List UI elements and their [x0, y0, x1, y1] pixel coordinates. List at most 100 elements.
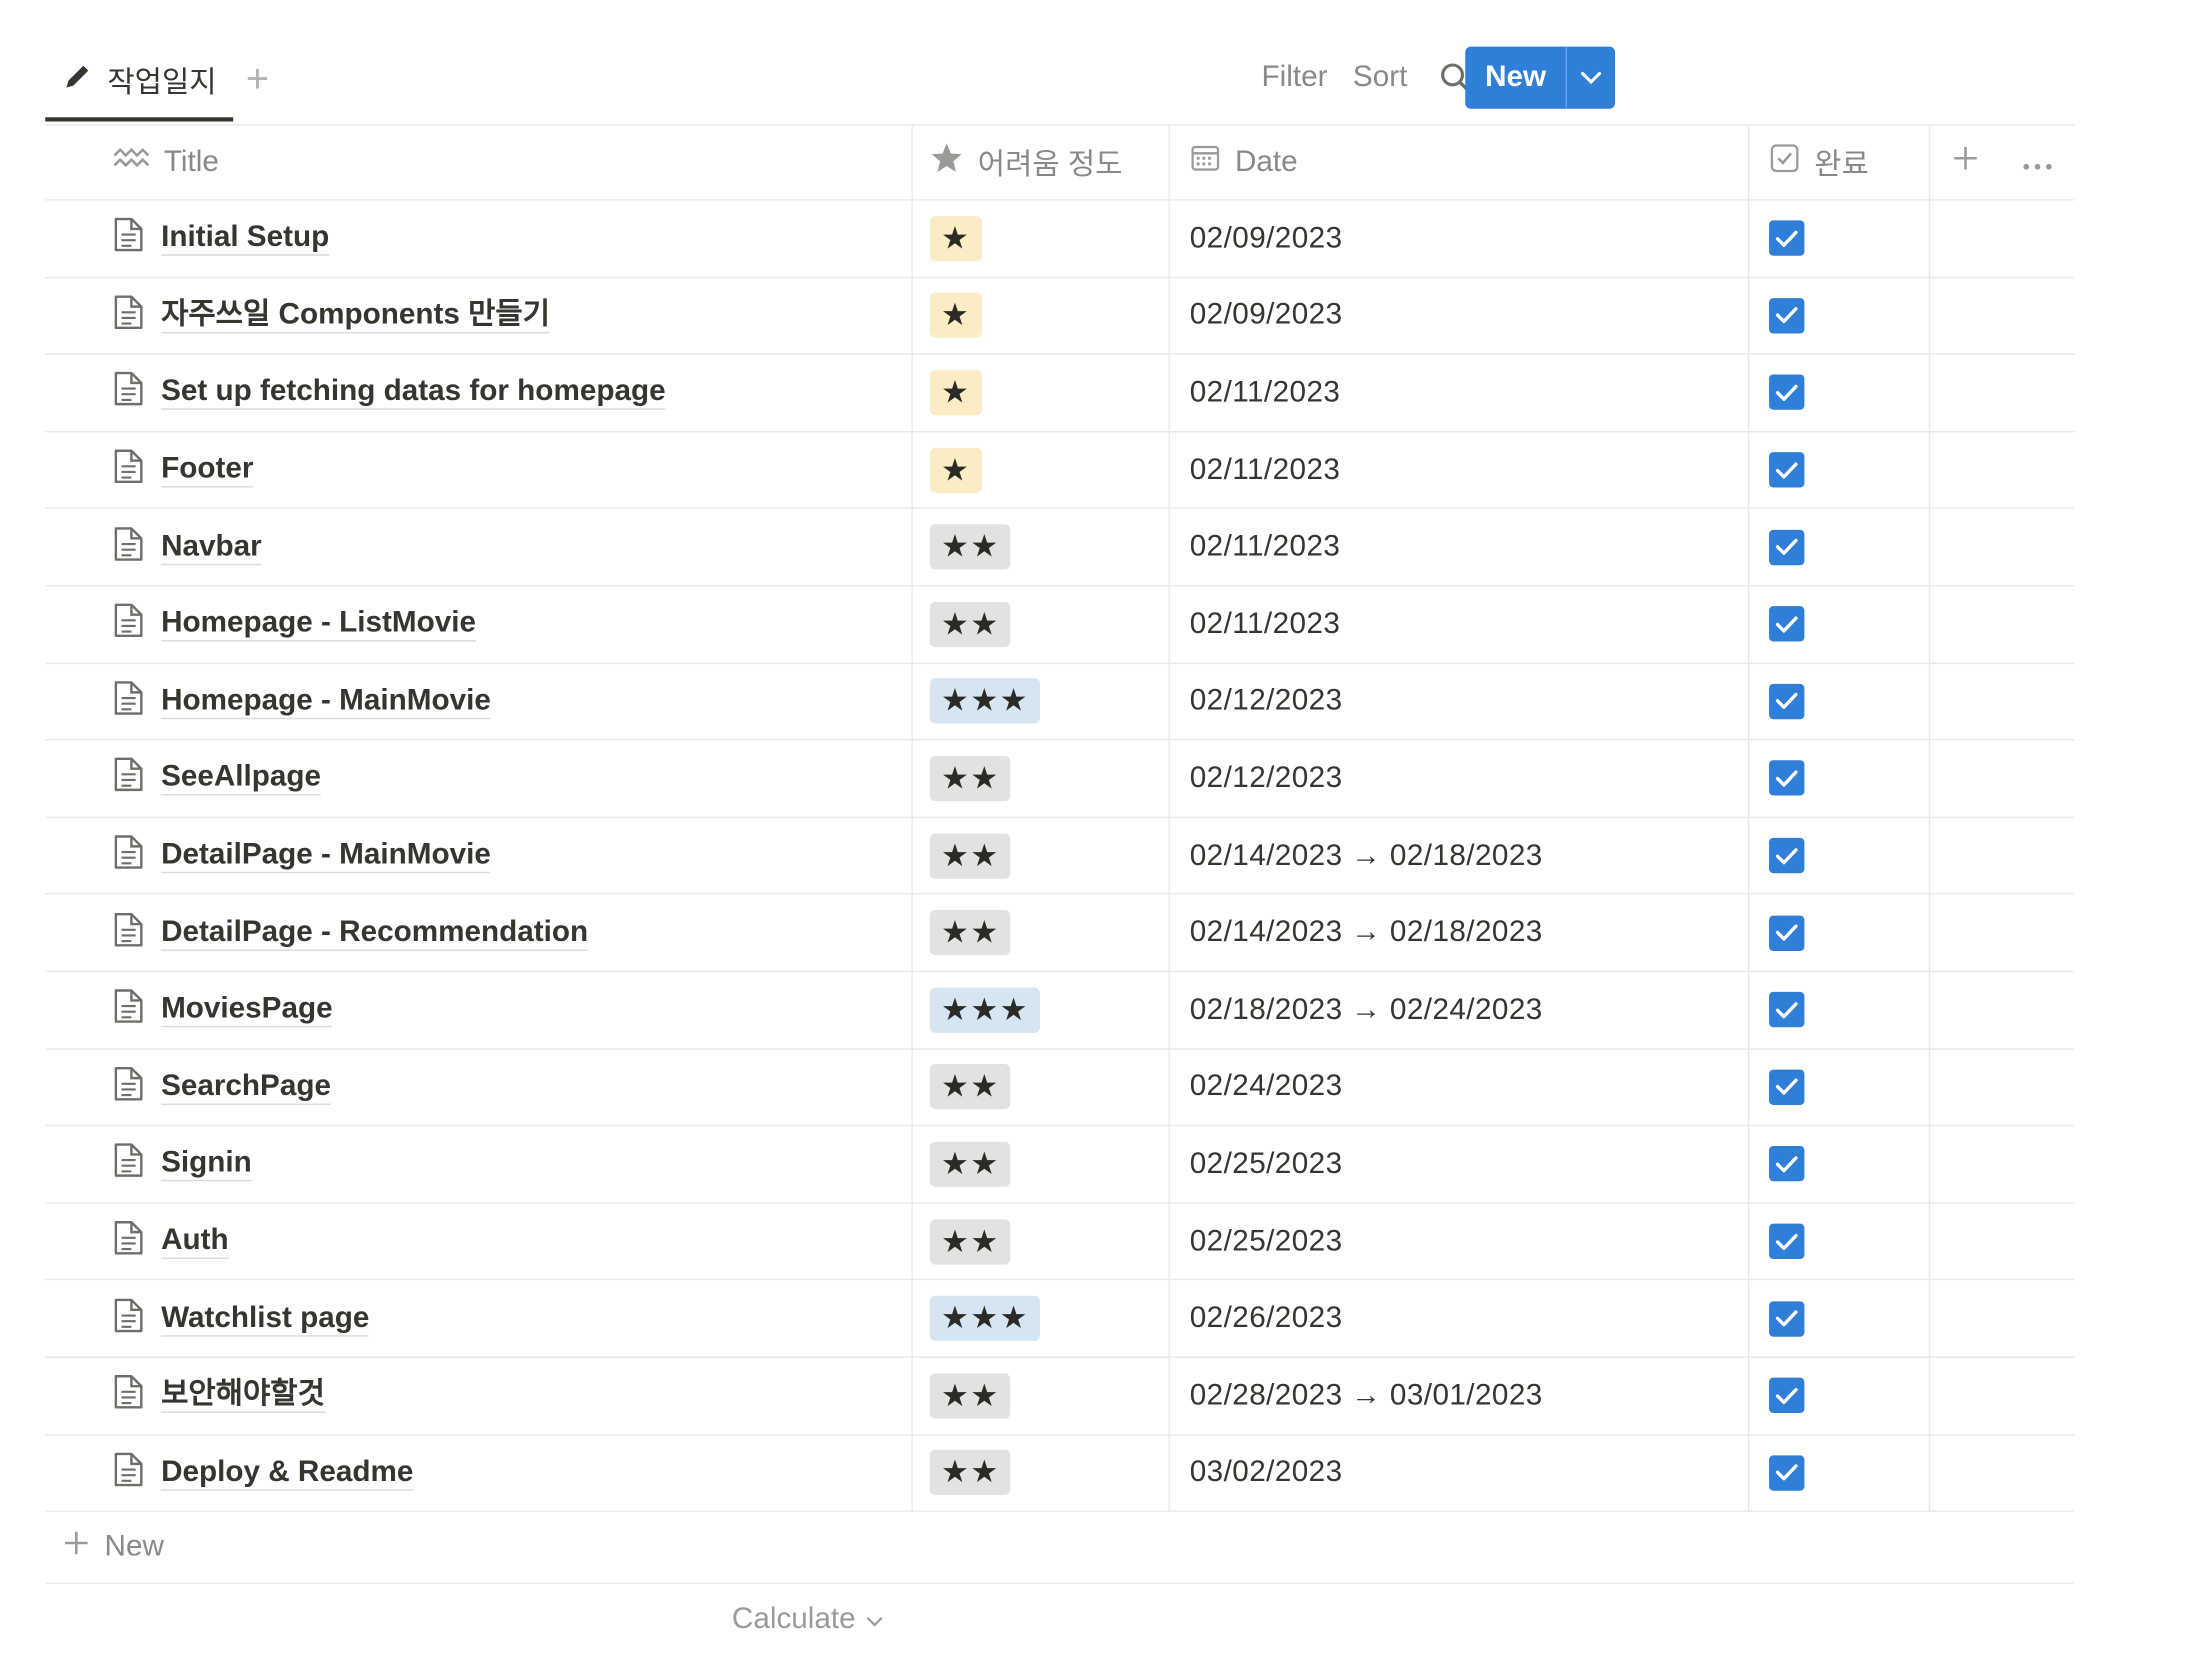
row-title[interactable]: Auth [161, 1224, 229, 1260]
table-row[interactable]: DetailPage - MainMovie ★★ 02/14/2023 → 02/… [45, 817, 2075, 895]
row-title[interactable]: Signin [161, 1147, 252, 1182]
difficulty-cell[interactable]: ★★★ [913, 1280, 1170, 1357]
checked-checkbox[interactable] [1769, 1146, 1805, 1182]
difficulty-cell[interactable]: ★★ [913, 1049, 1170, 1125]
row-title[interactable]: Homepage - ListMovie [161, 607, 477, 642]
calculate-button[interactable]: Calculate [45, 1584, 2074, 1655]
date-cell[interactable]: 02/25/2023 [1170, 1126, 1750, 1203]
row-title[interactable]: DetailPage - Recommendation [161, 915, 589, 951]
table-row[interactable]: 자주쓰일 Components 만들기 ★ 02/09/2023 [45, 277, 2075, 355]
date-cell[interactable]: 02/28/2023 → 03/01/2023 [1170, 1357, 1750, 1434]
title-cell[interactable]: Homepage - MainMovie [45, 663, 913, 740]
title-cell[interactable]: SearchPage [45, 1049, 913, 1125]
checked-checkbox[interactable] [1769, 760, 1805, 797]
checked-checkbox[interactable] [1769, 220, 1805, 257]
checked-checkbox[interactable] [1769, 606, 1805, 642]
difficulty-cell[interactable]: ★★ [913, 509, 1170, 585]
date-cell[interactable]: 02/12/2023 [1170, 740, 1750, 817]
difficulty-cell[interactable]: ★★ [913, 586, 1170, 663]
difficulty-cell[interactable]: ★★ [913, 1357, 1170, 1434]
row-title[interactable]: SearchPage [161, 1069, 331, 1105]
add-row-button[interactable]: New [45, 1512, 2075, 1585]
title-cell[interactable]: Navbar [45, 509, 913, 585]
difficulty-cell[interactable]: ★ [913, 354, 1170, 431]
row-title[interactable]: Initial Setup [161, 221, 330, 257]
filter-button[interactable]: Filter [1262, 61, 1328, 95]
title-cell[interactable]: DetailPage - MainMovie [45, 817, 913, 894]
table-row[interactable]: Homepage - MainMovie ★★★ 02/12/2023 [45, 663, 2075, 741]
row-title[interactable]: Deploy & Readme [161, 1455, 414, 1491]
table-row[interactable]: Watchlist page ★★★ 02/26/2023 [45, 1280, 2075, 1358]
difficulty-cell[interactable]: ★★ [913, 1203, 1170, 1280]
checked-checkbox[interactable] [1769, 1223, 1805, 1260]
add-view-icon[interactable]: + [246, 59, 269, 99]
date-cell[interactable]: 02/14/2023 → 02/18/2023 [1170, 894, 1750, 971]
difficulty-cell[interactable]: ★★ [913, 1434, 1170, 1511]
table-row[interactable]: 보안해야할것 ★★ 02/28/2023 → 03/01/2023 [45, 1357, 2075, 1435]
table-row[interactable]: SearchPage ★★ 02/24/2023 [45, 1049, 2075, 1127]
date-cell[interactable]: 02/09/2023 [1170, 277, 1750, 354]
title-cell[interactable]: Set up fetching datas for homepage [45, 354, 913, 431]
difficulty-cell[interactable]: ★ [913, 277, 1170, 354]
row-title[interactable]: SeeAllpage [161, 761, 322, 797]
title-cell[interactable]: Initial Setup [45, 200, 913, 277]
title-cell[interactable]: Auth [45, 1203, 913, 1280]
checked-checkbox[interactable] [1769, 992, 1805, 1028]
title-cell[interactable]: Watchlist page [45, 1280, 913, 1357]
date-cell[interactable]: 02/18/2023 → 02/24/2023 [1170, 972, 1750, 1048]
more-options-icon[interactable] [2022, 146, 2053, 180]
difficulty-cell[interactable]: ★★★ [913, 663, 1170, 740]
title-cell[interactable]: 자주쓰일 Components 만들기 [45, 277, 913, 354]
date-cell[interactable]: 02/11/2023 [1170, 354, 1750, 431]
difficulty-cell[interactable]: ★★★ [913, 972, 1170, 1048]
checked-checkbox[interactable] [1769, 683, 1805, 720]
table-row[interactable]: SeeAllpage ★★ 02/12/2023 [45, 740, 2075, 818]
table-row[interactable]: Signin ★★ 02/25/2023 [45, 1126, 2075, 1204]
difficulty-cell[interactable]: ★ [913, 200, 1170, 277]
checked-checkbox[interactable] [1769, 1377, 1805, 1414]
difficulty-cell[interactable]: ★★ [913, 1126, 1170, 1203]
title-cell[interactable]: Signin [45, 1126, 913, 1203]
column-header-difficulty[interactable]: 어려움 정도 [913, 125, 1170, 200]
table-row[interactable]: MoviesPage ★★★ 02/18/2023 → 02/24/2023 [45, 972, 2075, 1050]
title-cell[interactable]: DetailPage - Recommendation [45, 894, 913, 971]
column-header-title[interactable]: Title [45, 125, 913, 200]
column-header-date[interactable]: Date [1170, 125, 1750, 200]
date-cell[interactable]: 02/25/2023 [1170, 1203, 1750, 1280]
difficulty-cell[interactable]: ★★ [913, 894, 1170, 971]
row-title[interactable]: Homepage - MainMovie [161, 684, 491, 720]
title-cell[interactable]: Homepage - ListMovie [45, 586, 913, 663]
difficulty-cell[interactable]: ★ [913, 432, 1170, 508]
title-cell[interactable]: SeeAllpage [45, 740, 913, 817]
row-title[interactable]: MoviesPage [161, 992, 333, 1028]
date-cell[interactable]: 02/12/2023 [1170, 663, 1750, 740]
date-cell[interactable]: 02/26/2023 [1170, 1280, 1750, 1357]
add-property-icon[interactable] [1951, 144, 1979, 181]
row-title[interactable]: Footer [161, 452, 254, 488]
row-title[interactable]: 자주쓰일 Components 만들기 [161, 298, 551, 334]
date-cell[interactable]: 02/14/2023 → 02/18/2023 [1170, 817, 1750, 894]
table-row[interactable]: Footer ★ 02/11/2023 [45, 432, 2075, 510]
checked-checkbox[interactable] [1769, 837, 1805, 874]
row-title[interactable]: 보안해야할것 [161, 1378, 325, 1414]
table-row[interactable]: Set up fetching datas for homepage ★ 02/11… [45, 354, 2075, 433]
title-cell[interactable]: MoviesPage [45, 972, 913, 1048]
table-row[interactable]: Homepage - ListMovie ★★ 02/11/2023 [45, 586, 2075, 664]
checked-checkbox[interactable] [1769, 1300, 1805, 1337]
new-button[interactable]: New [1465, 47, 1566, 109]
row-title[interactable]: Navbar [161, 529, 262, 565]
checked-checkbox[interactable] [1769, 1069, 1805, 1105]
checked-checkbox[interactable] [1769, 529, 1805, 565]
view-tab[interactable]: 작업일지 [45, 42, 234, 122]
table-row[interactable]: DetailPage - Recommendation ★★ 02/14/2023 … [45, 894, 2075, 973]
date-cell[interactable]: 02/11/2023 [1170, 586, 1750, 663]
date-cell[interactable]: 02/11/2023 [1170, 432, 1750, 508]
row-title[interactable]: Set up fetching datas for homepage [161, 375, 666, 411]
date-cell[interactable]: 02/24/2023 [1170, 1049, 1750, 1125]
table-row[interactable]: Deploy & Readme ★★ 03/02/2023 [45, 1434, 2075, 1513]
sort-button[interactable]: Sort [1353, 61, 1407, 95]
title-cell[interactable]: Deploy & Readme [45, 1434, 913, 1511]
date-cell[interactable]: 02/09/2023 [1170, 200, 1750, 277]
row-title[interactable]: DetailPage - MainMovie [161, 838, 491, 874]
row-title[interactable]: Watchlist page [161, 1301, 370, 1337]
